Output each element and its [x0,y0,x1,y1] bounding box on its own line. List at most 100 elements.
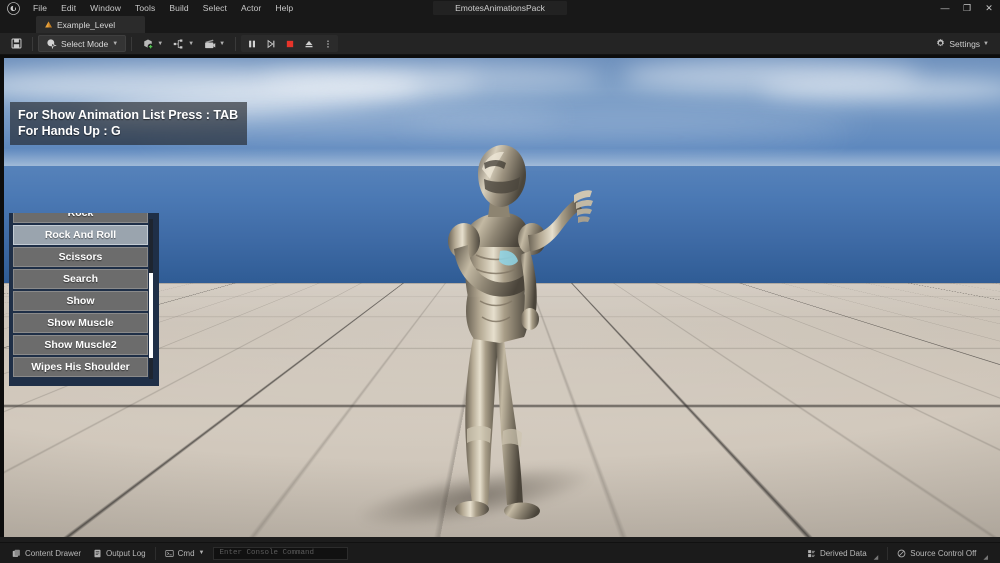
chevron-down-icon: ▼ [983,40,989,47]
menu-help[interactable]: Help [268,0,300,16]
level-icon [45,21,52,28]
cinematics-button[interactable]: ▼ [199,35,230,52]
anim-item-label: Wipes His Shoulder [31,361,130,373]
anim-item-wipes-his-shoulder[interactable]: Wipes His Shoulder [13,357,148,377]
playback-controls [241,35,339,52]
main-toolbar: Select Mode ▼ ▼ ▼ ▼ Settings ▼ [0,33,1000,55]
anim-item-show[interactable]: Show [13,291,148,311]
toolbar-divider-2 [131,36,133,51]
add-actor-icon [144,39,154,50]
anim-item-search[interactable]: Search [13,269,148,289]
hud-instructions: For Show Animation List Press : TAB For … [10,102,248,145]
anim-item-rock[interactable]: Rock [13,213,148,223]
derived-data-icon [808,549,815,557]
unreal-editor-window: File Edit Window Tools Build Select Acto… [0,0,1000,563]
select-mode-icon [47,39,57,49]
select-mode-label: Select Mode [61,38,109,49]
toolbar-divider-3 [235,36,237,51]
animation-list-scrollbar-thumb[interactable] [149,273,153,358]
derived-data-label: Derived Data [819,548,867,558]
frame-step-button[interactable] [262,36,279,51]
output-log-label: Output Log [106,548,146,558]
stop-icon [286,40,293,47]
anim-item-show-muscle[interactable]: Show Muscle [13,313,148,333]
pause-icon [248,40,255,47]
output-log-icon [94,549,101,557]
stop-button[interactable] [281,36,298,51]
status-divider-2 [887,546,889,560]
console-placeholder: Enter Console Command [219,549,314,557]
tab-label: Example_Level [57,19,116,30]
level-tab-strip: Example_Level [0,16,1000,33]
tab-example-level[interactable]: Example_Level [36,16,146,33]
anim-item-rock-and-roll[interactable]: Rock And Roll [13,225,148,245]
menu-edit[interactable]: Edit [54,0,83,16]
anim-item-label: Scissors [58,251,103,263]
eject-button[interactable] [300,36,317,51]
cloud [760,78,1000,101]
console-command-input[interactable]: Enter Console Command [213,546,349,560]
save-button[interactable] [6,35,27,52]
animation-list-menu[interactable]: Rock Rock And Roll Scissors Search Show [9,213,159,386]
anim-item-show-muscle2[interactable]: Show Muscle2 [13,335,148,355]
save-icon [11,38,22,49]
derived-data-button[interactable]: Derived Data ◢ [801,546,884,561]
anim-item-label: Rock And Roll [44,229,117,241]
chevron-down-icon: ▼ [188,40,195,47]
anim-item-label: Show [66,295,95,307]
source-control-label: Source Control Off [910,548,977,558]
window-controls: — ❐ ✕ [934,0,1000,16]
eject-icon [305,40,313,47]
blueprints-icon [173,39,183,48]
chevron-down-icon: ▼ [157,40,164,47]
anim-item-label: Search [62,273,99,285]
cloud [262,62,602,92]
source-control-off-icon [897,549,906,557]
source-control-button[interactable]: Source Control Off ◢ [891,546,994,561]
menu-window[interactable]: Window [83,0,128,16]
content-drawer-icon [12,549,20,557]
character-mesh[interactable] [404,143,594,523]
hud-line-1: For Show Animation List Press : TAB [18,108,239,122]
playback-options-button[interactable] [319,36,336,51]
menu-actor[interactable]: Actor [234,0,268,16]
close-icon[interactable]: ✕ [978,0,1000,16]
add-actor-button[interactable]: ▼ [137,35,168,52]
cmd-dropdown[interactable]: Cmd ▼ [159,546,211,561]
main-menu-bar: File Edit Window Tools Build Select Acto… [26,0,300,16]
menu-build[interactable]: Build [162,0,195,16]
kebab-icon [326,39,329,48]
status-divider-1 [154,546,156,560]
resize-corner-icon: ◢ [873,554,879,561]
menu-tools[interactable]: Tools [128,0,162,16]
toolbar-divider-1 [32,36,33,51]
menu-file[interactable]: File [26,0,54,16]
unreal-logo-icon [0,0,26,16]
chevron-down-icon: ▼ [112,40,119,47]
minimize-icon[interactable]: — [934,0,956,16]
console-icon [165,549,174,557]
settings-label: Settings [949,38,981,49]
animation-list-scroll: Rock Rock And Roll Scissors Search Show [13,213,148,379]
select-mode-dropdown[interactable]: Select Mode ▼ [38,35,127,52]
anim-item-label: Show Muscle [47,317,114,329]
anim-item-scissors[interactable]: Scissors [13,247,148,267]
settings-button[interactable]: Settings ▼ [930,35,994,52]
content-drawer-button[interactable]: Content Drawer [6,546,87,561]
cloud [402,114,861,131]
maximize-icon[interactable]: ❐ [956,0,978,16]
anim-item-label: Show Muscle2 [44,339,117,351]
play-step-icon [267,39,274,48]
status-bar: Content Drawer Output Log Cmd ▼ Enter Co… [0,542,1000,563]
status-bar-right: Derived Data ◢ Source Control Off ◢ [801,546,994,561]
pause-button[interactable] [243,36,260,51]
chevron-down-icon: ▼ [219,40,226,47]
level-viewport[interactable]: For Show Animation List Press : TAB For … [4,58,1000,537]
blueprints-button[interactable]: ▼ [168,35,199,52]
cloud [143,130,841,144]
cmd-label: Cmd [177,548,195,558]
chevron-down-icon: ▼ [198,550,205,556]
cinematics-icon [205,39,216,48]
output-log-button[interactable]: Output Log [87,546,152,561]
menu-select[interactable]: Select [196,0,234,16]
